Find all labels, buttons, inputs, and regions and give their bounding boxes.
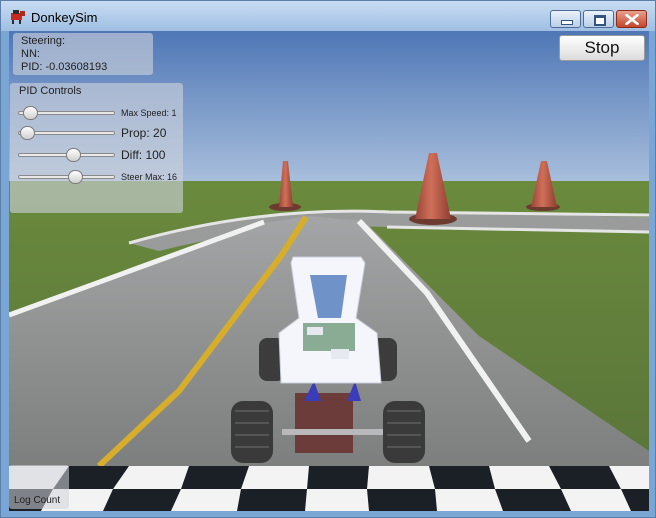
log-count-label: Log Count	[14, 495, 61, 506]
close-icon	[625, 14, 639, 25]
max-speed-slider-thumb[interactable]	[23, 106, 38, 120]
maximize-icon	[594, 15, 606, 26]
pid-controls-title: PID Controls	[19, 85, 82, 97]
app-window: DonkeySim Steering: NN: PID: -0.03608193…	[0, 0, 656, 518]
donkey-app-icon	[11, 10, 25, 24]
pid-value: PID: -0.03608193	[21, 61, 108, 73]
finish-line	[9, 466, 649, 511]
stop-button[interactable]: Stop	[559, 35, 645, 61]
steer-max-label: Steer Max: 16	[121, 172, 178, 182]
close-button[interactable]	[616, 10, 647, 28]
max-speed-label: Max Speed: 1	[121, 108, 177, 118]
steer-max-slider[interactable]	[18, 170, 115, 184]
diff-slider[interactable]	[18, 148, 115, 162]
window-title: DonkeySim	[31, 10, 98, 25]
minimize-button[interactable]	[550, 10, 581, 28]
diff-label: Diff: 100	[121, 148, 166, 162]
prop-slider[interactable]	[18, 126, 115, 140]
simulation-viewport[interactable]: Steering: NN: PID: -0.03608193 Stop PID …	[9, 31, 649, 511]
maximize-button[interactable]	[583, 10, 614, 28]
nn-label: NN:	[21, 48, 40, 60]
max-speed-slider[interactable]	[18, 106, 115, 120]
diff-slider-thumb[interactable]	[66, 148, 81, 162]
minimize-icon	[561, 20, 573, 25]
prop-label: Prop: 20	[121, 126, 167, 140]
steer-max-slider-thumb[interactable]	[68, 170, 83, 184]
prop-slider-thumb[interactable]	[20, 126, 35, 140]
pid-controls-panel: PID Controls Max Speed: 1 Prop: 20 Diff:…	[10, 83, 183, 213]
status-panel: Steering: NN: PID: -0.03608193	[13, 33, 153, 75]
title-bar[interactable]: DonkeySim	[1, 1, 655, 31]
steering-label: Steering:	[21, 35, 66, 47]
